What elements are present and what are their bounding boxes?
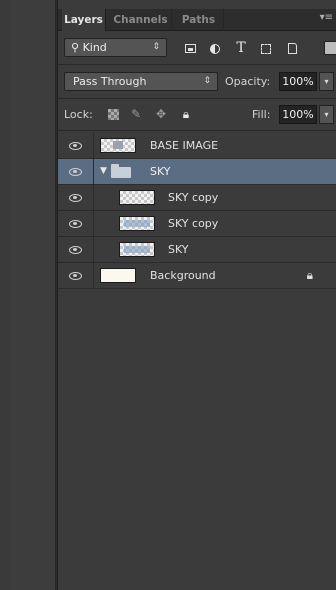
layer-row-sky-copy[interactable]: SKY copy <box>58 185 336 211</box>
shape-layer-filter-icon[interactable] <box>258 40 274 56</box>
layer-thumbnail <box>119 190 155 205</box>
group-name: SKY <box>150 165 171 178</box>
visibility-toggle[interactable] <box>58 159 94 184</box>
filter-kind-select[interactable]: ⚲ Kind ⇕ <box>64 38 167 57</box>
tab-paths[interactable]: Paths <box>174 9 224 31</box>
layer-name: SKY copy <box>168 191 219 204</box>
lock-icon: 🔒︎ <box>306 268 313 282</box>
chevron-updown-icon: ⇕ <box>203 76 211 86</box>
eye-icon <box>69 272 82 280</box>
layer-thumbnail <box>119 242 155 257</box>
layer-thumbnail <box>100 138 136 153</box>
divider <box>58 130 336 131</box>
layers-panel: Layers Channels Paths ▾≡ ⚲ Kind ⇕ T Pass… <box>57 0 336 590</box>
folder-icon <box>111 164 131 178</box>
layer-row-base-image[interactable]: BASE IMAGE <box>58 133 336 159</box>
tab-channels[interactable]: Channels <box>110 9 172 31</box>
visibility-toggle[interactable] <box>58 133 94 158</box>
tool-dock <box>10 0 56 590</box>
smart-object-filter-icon[interactable] <box>284 40 300 56</box>
layer-row-sky-group[interactable]: ▼ SKY <box>58 159 336 185</box>
pixel-layer-filter-icon[interactable] <box>182 40 198 56</box>
layer-filter-row: ⚲ Kind ⇕ T <box>58 33 336 63</box>
blend-row: Pass Through ⇕ Opacity: 100% ▾ <box>58 65 336 98</box>
layer-row-sky-copy-2[interactable]: SKY copy <box>58 211 336 237</box>
lock-all-icon[interactable]: 🔒︎ <box>179 107 193 121</box>
panel-tab-bar: Layers Channels Paths ▾≡ <box>58 9 336 31</box>
eye-icon <box>69 246 82 254</box>
layer-name: SKY <box>168 243 189 256</box>
lock-transparent-pixels-icon[interactable] <box>106 107 120 121</box>
layer-list: BASE IMAGE ▼ SKY SKY copy SKY copy SKY B… <box>58 133 336 289</box>
fill-dropdown-icon[interactable]: ▾ <box>319 105 334 124</box>
blend-mode-select[interactable]: Pass Through ⇕ <box>64 72 218 91</box>
lock-position-icon[interactable]: ✥ <box>154 107 168 121</box>
layer-thumbnail <box>119 216 155 231</box>
opacity-label: Opacity: <box>225 75 271 88</box>
lock-row: Lock: ✎ ✥ 🔒︎ Fill: 100% ▾ <box>58 99 336 130</box>
eye-icon <box>69 142 82 150</box>
layer-row-sky[interactable]: SKY <box>58 237 336 263</box>
layer-list-empty-area <box>58 293 336 590</box>
eye-icon <box>69 220 82 228</box>
opacity-dropdown-icon[interactable]: ▾ <box>319 72 334 91</box>
visibility-toggle[interactable] <box>58 185 94 210</box>
tab-layers[interactable]: Layers <box>62 9 106 31</box>
filter-kind-label: Kind <box>82 41 107 54</box>
visibility-toggle[interactable] <box>58 263 94 288</box>
eye-icon <box>69 168 82 176</box>
visibility-toggle[interactable] <box>58 237 94 262</box>
chevron-updown-icon: ⇕ <box>152 42 160 52</box>
layer-name: Background <box>150 269 216 282</box>
panel-menu-icon[interactable]: ▾≡ <box>320 12 333 23</box>
filter-toggle-icon[interactable] <box>324 41 336 55</box>
lock-image-pixels-icon[interactable]: ✎ <box>129 107 143 121</box>
visibility-toggle[interactable] <box>58 211 94 236</box>
blend-mode-value: Pass Through <box>73 75 147 88</box>
type-layer-filter-icon[interactable]: T <box>233 40 249 56</box>
fill-label: Fill: <box>252 108 271 121</box>
opacity-input[interactable]: 100% <box>279 72 317 91</box>
fill-input[interactable]: 100% <box>279 105 317 124</box>
eye-icon <box>69 194 82 202</box>
left-margin <box>0 0 10 590</box>
adjustment-layer-filter-icon[interactable] <box>207 40 223 56</box>
layer-row-background[interactable]: Background 🔒︎ <box>58 263 336 289</box>
layer-thumbnail <box>100 268 136 283</box>
search-icon: ⚲ <box>71 41 80 54</box>
disclosure-triangle-icon[interactable]: ▼ <box>100 166 107 176</box>
lock-label: Lock: <box>64 108 93 121</box>
layer-name: BASE IMAGE <box>150 139 219 152</box>
layer-name: SKY copy <box>168 217 219 230</box>
